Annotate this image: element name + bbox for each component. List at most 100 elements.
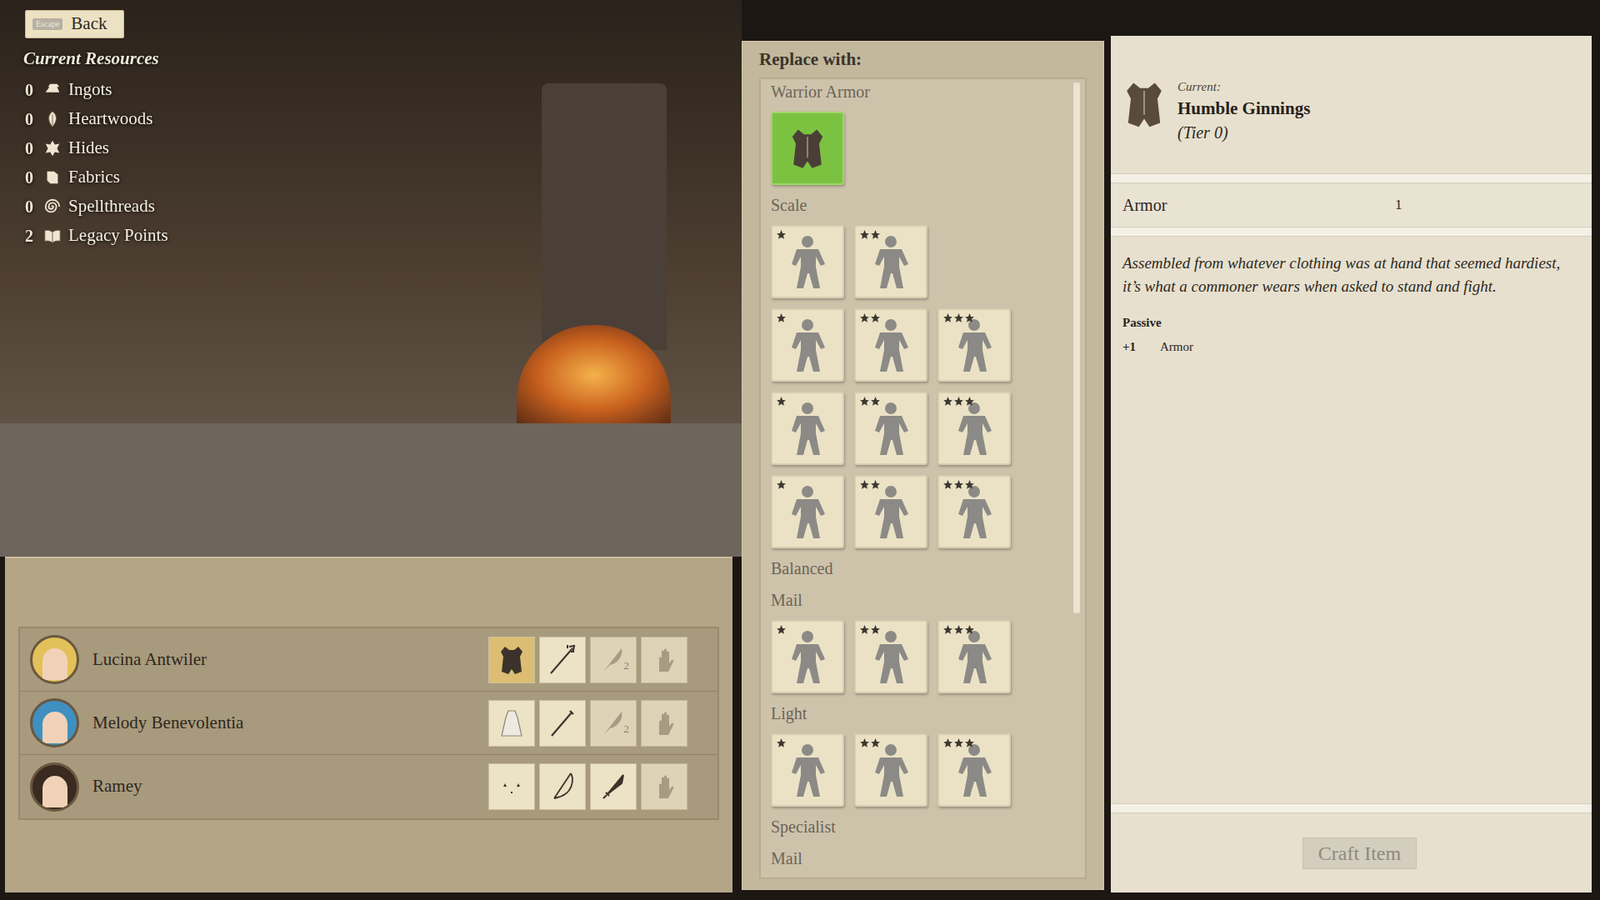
party-member-row[interactable]: Lucina Antwiler 2 <box>20 628 718 692</box>
equipment-slot[interactable] <box>640 636 688 684</box>
star-rating <box>775 312 787 324</box>
armor-tile[interactable] <box>937 308 1011 382</box>
scrollbar-track <box>1073 82 1082 875</box>
armor-tile[interactable] <box>854 733 928 807</box>
star-rating <box>942 312 975 324</box>
stat-value: 1 <box>1395 194 1403 216</box>
scrollbar-thumb[interactable] <box>1073 82 1080 614</box>
member-name: Lucina Antwiler <box>92 646 489 674</box>
armor-tile[interactable] <box>854 475 928 549</box>
armor-icon <box>784 125 831 172</box>
armor-tile[interactable] <box>854 225 928 299</box>
replace-panel: Replace with:Warrior ArmorScaleBalancedM… <box>741 40 1105 890</box>
party-member-row[interactable]: Melody Benevolentia2 <box>20 691 718 755</box>
effect-value: +1 <box>1122 337 1160 357</box>
crafting-screen: EscapeBackCurrent Resources0Ingots0Heart… <box>0 0 1600 900</box>
armor-tile[interactable] <box>854 620 928 694</box>
item-description: Assembled from whatever clothing was at … <box>1122 251 1580 299</box>
craft-item-button[interactable]: Craft Item <box>1302 837 1417 870</box>
craft-area: Craft Item <box>1110 813 1592 893</box>
details-panel: Current:Humble Ginnings(Tier 0) Armor1 Ass… <box>1110 35 1592 893</box>
current-item-info: Current:Humble Ginnings(Tier 0) <box>1177 77 1310 145</box>
equipment-slot[interactable] <box>488 700 535 747</box>
star-icon <box>870 395 881 407</box>
star-icon <box>942 479 954 490</box>
star-rating <box>775 737 787 749</box>
resources-title: Current Resources <box>23 45 160 73</box>
resource-count: 0 <box>25 194 37 220</box>
equipment-slots <box>488 763 688 810</box>
passive-effect: +1Armor <box>1122 337 1580 357</box>
armor-tile[interactable] <box>937 475 1011 549</box>
avatar-face <box>42 775 68 808</box>
star-rating <box>859 624 881 635</box>
resource-label: Hides <box>68 135 110 162</box>
star-icon <box>775 312 787 324</box>
equipment-slot[interactable] <box>539 763 586 810</box>
spiral-icon <box>43 197 62 216</box>
slot-badge: 2 <box>624 657 630 675</box>
forge-chimney <box>541 83 667 350</box>
star-icon <box>953 737 965 749</box>
hand-icon <box>647 770 681 804</box>
category-label: Warrior Armor <box>770 80 1074 104</box>
armor-tile[interactable] <box>770 620 845 694</box>
armor-tile[interactable] <box>937 391 1011 465</box>
star-icon <box>859 229 870 240</box>
equipment-slot[interactable] <box>590 763 637 810</box>
armor-tile[interactable] <box>854 308 928 382</box>
scene-floor <box>0 423 742 557</box>
divider <box>1110 803 1592 814</box>
member-avatar <box>30 698 80 748</box>
armor-tile[interactable] <box>770 111 845 185</box>
resource-row: 0Ingots <box>25 75 169 105</box>
party-member-row[interactable]: Ramey <box>20 755 718 819</box>
ingot-icon <box>43 80 62 100</box>
star-rating <box>859 395 881 407</box>
book-icon <box>43 226 62 245</box>
resource-count: 0 <box>25 135 37 161</box>
scene-overlay: EscapeBackCurrent Resources0Ingots0Heart… <box>0 0 742 250</box>
star-icon <box>859 737 870 749</box>
armor-tile[interactable] <box>937 620 1011 694</box>
replace-list: Warrior ArmorScaleBalancedMailLightSpeci… <box>759 77 1087 880</box>
armor-tile[interactable] <box>770 225 845 299</box>
locked-armor-silhouette-icon <box>778 399 837 458</box>
armor-tile[interactable] <box>770 733 845 807</box>
item-tier: (Tier 0) <box>1177 120 1310 145</box>
category-label: Scale <box>770 193 1074 217</box>
star-rating <box>859 737 881 749</box>
resource-label: Legacy Points <box>68 222 169 250</box>
bow-icon <box>545 770 580 804</box>
left-column: EscapeBackCurrent Resources0Ingots0Heart… <box>0 0 742 900</box>
armor-tile[interactable] <box>854 391 928 465</box>
star-icon <box>964 624 975 635</box>
star-icon <box>859 479 870 490</box>
equipment-slot[interactable]: 2 <box>590 700 637 747</box>
star-rating <box>775 395 787 407</box>
stat-label: Armor <box>1122 192 1395 218</box>
equipment-slot[interactable] <box>488 636 535 684</box>
equipment-slot[interactable] <box>488 763 535 810</box>
slot-badge: 2 <box>624 720 630 738</box>
equipment-slot[interactable] <box>539 636 586 684</box>
equipment-slot[interactable] <box>640 700 688 747</box>
current-label: Current: <box>1177 77 1310 97</box>
armor-tile[interactable] <box>770 475 845 549</box>
equipment-slot[interactable] <box>539 700 586 747</box>
equipment-slot[interactable] <box>640 763 688 810</box>
category-label: Light <box>770 701 1074 725</box>
spear-icon <box>545 643 580 677</box>
armor-tile[interactable] <box>770 391 845 465</box>
star-icon <box>953 312 965 324</box>
star-icon <box>964 395 975 407</box>
equipment-slot[interactable]: 2 <box>590 636 637 684</box>
back-button[interactable]: EscapeBack <box>25 10 125 39</box>
star-icon <box>953 479 965 490</box>
staff-icon <box>545 706 580 740</box>
locked-armor-silhouette-icon <box>861 232 920 291</box>
armor-tile[interactable] <box>937 733 1011 807</box>
stat-row: Armor1 <box>1110 183 1592 227</box>
star-icon <box>870 479 881 490</box>
armor-tile[interactable] <box>770 308 845 382</box>
